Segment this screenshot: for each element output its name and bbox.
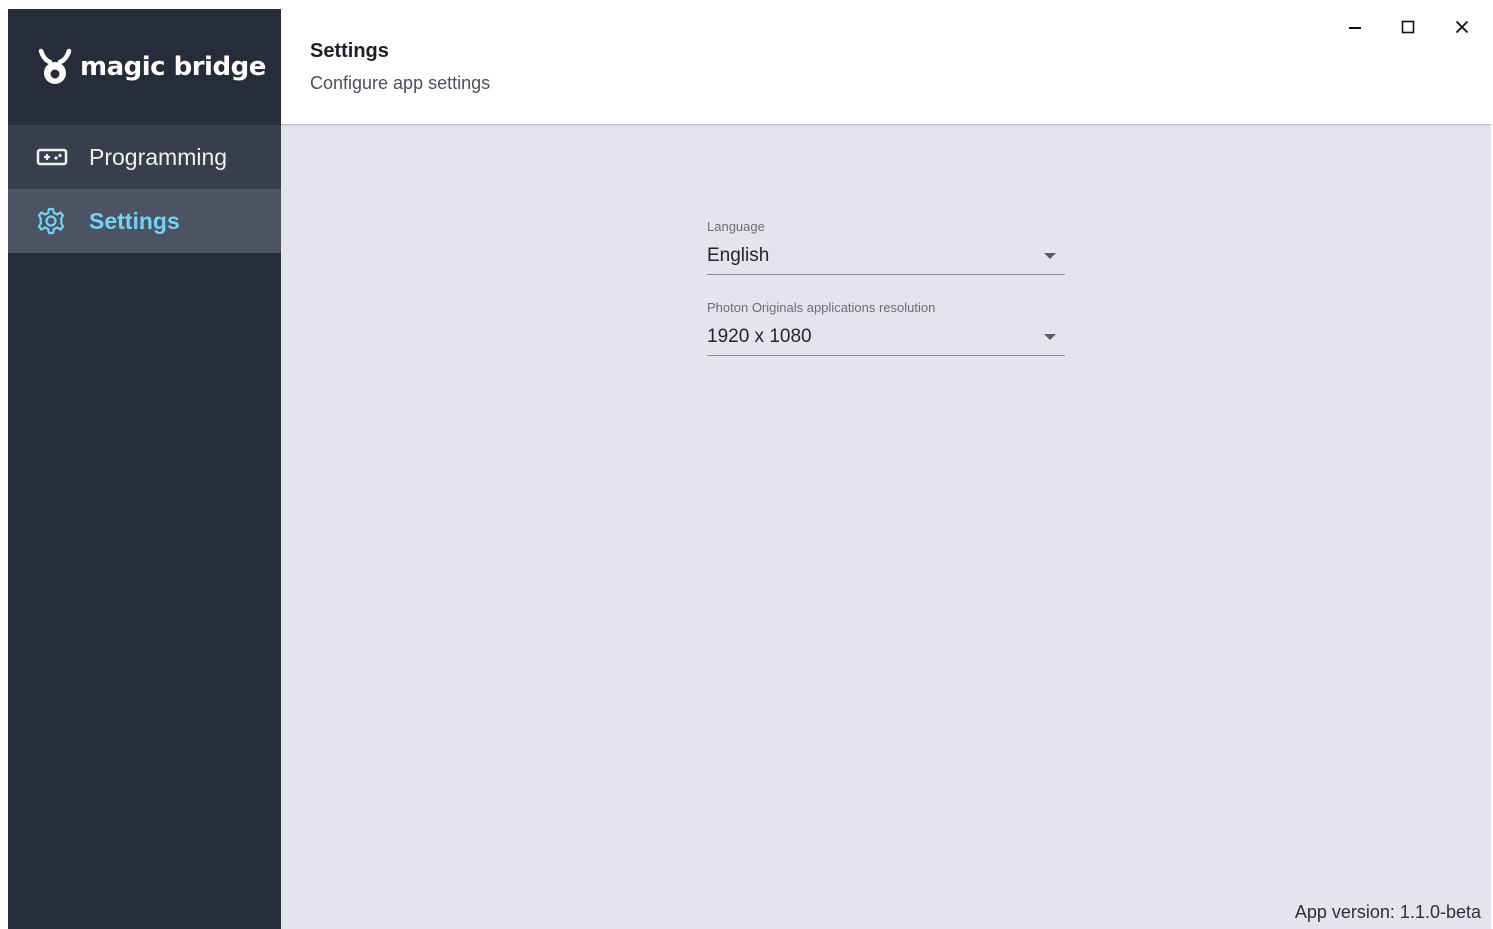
close-button[interactable] — [1442, 13, 1482, 45]
gamepad-icon — [36, 144, 70, 170]
sidebar-item-label: Settings — [89, 207, 180, 234]
resolution-value: 1920 x 1080 — [707, 326, 812, 347]
bull-horns-logo-icon — [38, 47, 72, 87]
brand-name: magic bridge — [80, 52, 266, 82]
brand-logo: magic bridge — [8, 9, 281, 125]
language-select[interactable]: English — [707, 235, 1065, 275]
resolution-label: Photon Originals applications resolution — [707, 300, 936, 315]
settings-content: Language English Photon Originals applic… — [281, 126, 1491, 929]
sidebar: magic bridge Programming Settings — [8, 9, 281, 929]
minimize-button[interactable] — [1335, 13, 1375, 45]
gear-icon — [36, 207, 70, 235]
maximize-button[interactable] — [1388, 13, 1428, 45]
minimize-icon — [1348, 20, 1362, 39]
sidebar-item-programming[interactable]: Programming — [8, 125, 281, 189]
dropdown-arrow-icon — [1044, 334, 1056, 340]
language-label: Language — [707, 219, 765, 234]
app-window: magic bridge Programming Settings Settin… — [8, 9, 1491, 929]
app-version: App version: 1.1.0-beta — [1294, 902, 1481, 922]
sidebar-item-label: Programming — [89, 143, 228, 170]
page-title: Settings — [310, 40, 389, 62]
page-subtitle: Configure app settings — [310, 73, 491, 93]
dropdown-arrow-icon — [1044, 253, 1056, 259]
sidebar-item-settings[interactable]: Settings — [8, 189, 281, 253]
resolution-field: Photon Originals applications resolution… — [707, 300, 1065, 356]
maximize-icon — [1401, 20, 1415, 39]
resolution-select[interactable]: 1920 x 1080 — [707, 316, 1065, 356]
language-value: English — [707, 245, 770, 266]
language-field: Language English — [707, 219, 1065, 275]
page-header: Settings Configure app settings — [281, 9, 1491, 125]
close-icon — [1455, 20, 1469, 39]
